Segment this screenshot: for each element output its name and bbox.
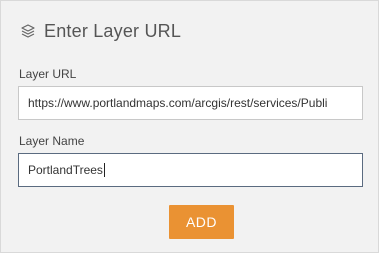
layers-icon — [18, 21, 38, 41]
layer-name-input[interactable]: PortlandTrees — [18, 153, 363, 187]
layer-url-label: Layer URL — [19, 67, 77, 81]
add-button[interactable]: ADD — [169, 205, 234, 239]
layer-url-value: https://www.portlandmaps.com/arcgis/rest… — [28, 96, 328, 110]
add-layer-panel: Enter Layer URL Layer URL https://www.po… — [0, 0, 379, 253]
panel-title: Enter Layer URL — [44, 20, 182, 41]
layer-url-input[interactable]: https://www.portlandmaps.com/arcgis/rest… — [18, 86, 363, 120]
layer-name-value: PortlandTrees — [28, 163, 103, 177]
layer-name-label: Layer Name — [19, 134, 85, 148]
panel-header: Enter Layer URL — [18, 18, 181, 44]
text-cursor — [103, 163, 105, 177]
